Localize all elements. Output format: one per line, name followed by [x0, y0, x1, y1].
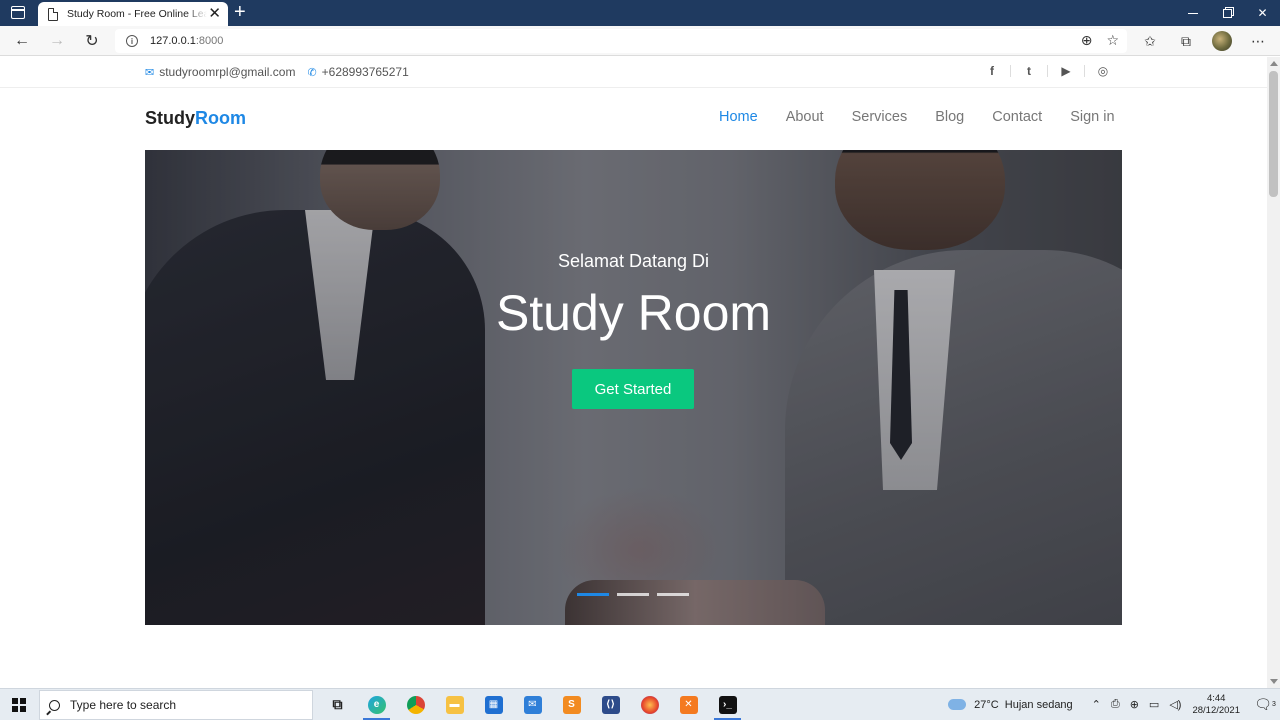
firefox-app-icon[interactable] [630, 689, 669, 720]
contact-topbar: ✉ studyroomrpl@gmail.com ✆ +628993765271… [0, 57, 1267, 88]
contact-email[interactable]: studyroomrpl@gmail.com [159, 65, 295, 79]
facebook-icon[interactable]: f [984, 64, 1000, 78]
mail-app-icon[interactable]: ✉ [513, 689, 552, 720]
chrome-app-icon[interactable] [396, 689, 435, 720]
task-view-icon[interactable]: ⧉ [318, 689, 357, 720]
zoom-icon[interactable]: ⊕ [1081, 32, 1093, 49]
tray-expand-icon[interactable]: ⌃ [1092, 698, 1101, 711]
tab-close-icon[interactable]: ✕ [208, 5, 221, 23]
nav-home[interactable]: Home [719, 109, 758, 125]
scroll-thumb[interactable] [1269, 71, 1278, 197]
scroll-down-arrow-icon[interactable] [1270, 679, 1278, 684]
page-scrollbar[interactable] [1267, 57, 1280, 688]
forward-icon[interactable]: → [47, 31, 67, 51]
favorites-icon[interactable]: ✩ [1140, 33, 1160, 50]
carousel-indicator-2[interactable] [617, 593, 649, 596]
close-window-button[interactable]: ✕ [1245, 0, 1280, 26]
taskbar-search-input[interactable]: Type here to search [39, 690, 313, 720]
site-info-icon[interactable]: i [126, 35, 138, 47]
favorite-star-icon[interactable]: ☆ [1106, 32, 1119, 49]
nav-sign-in[interactable]: Sign in [1070, 109, 1114, 125]
hero-title: Study Room [495, 285, 772, 341]
get-started-button[interactable]: Get Started [572, 369, 694, 409]
notifications-icon[interactable]: 🗨 3 [1250, 696, 1280, 713]
windows-start-icon[interactable] [12, 698, 26, 712]
search-icon [49, 699, 60, 711]
contact-phone[interactable]: +628993765271 [322, 65, 409, 79]
collections-icon[interactable]: ⧉ [1176, 33, 1196, 50]
file-explorer-icon[interactable]: ▬ [435, 689, 474, 720]
carousel-indicator-1[interactable] [577, 593, 609, 596]
scroll-up-arrow-icon[interactable] [1270, 61, 1278, 66]
nav-contact[interactable]: Contact [992, 109, 1042, 125]
browser-tab[interactable]: Study Room - Free Online Learning ✕ [38, 2, 228, 26]
profile-avatar[interactable] [1212, 31, 1232, 51]
back-icon[interactable]: ← [12, 31, 32, 51]
taskbar-clock[interactable]: 4:44 28/12/2021 [1192, 693, 1240, 717]
terminal-app-icon[interactable]: ›_ [708, 689, 747, 720]
carousel-indicator-3[interactable] [657, 593, 689, 596]
hero-subtitle: Selamat Datang Di [557, 251, 710, 271]
sublime-text-icon[interactable]: S [552, 689, 591, 720]
vscode-app-icon[interactable]: ⟨⟩ [591, 689, 630, 720]
usb-icon[interactable]: ⎙ [1111, 698, 1120, 711]
windows-taskbar: Type here to search ⧉ e ▬ ▦ ✉ S ⟨⟩ ✕ ›_ … [0, 688, 1280, 720]
edge-app-icon[interactable]: e [357, 689, 396, 720]
address-bar[interactable]: i 127.0.0.1:8000 ⊕ ☆ [115, 29, 1127, 53]
nav-blog[interactable]: Blog [935, 109, 964, 125]
carousel-indicators [577, 593, 689, 596]
tab-actions-icon[interactable] [11, 6, 25, 19]
store-app-icon[interactable]: ▦ [474, 689, 513, 720]
url-text: 127.0.0.1:8000 [150, 35, 224, 47]
new-tab-button[interactable]: + [234, 1, 246, 23]
instagram-icon[interactable]: ◎ [1095, 64, 1111, 78]
xampp-app-icon[interactable]: ✕ [669, 689, 708, 720]
weather-icon [948, 694, 967, 710]
browser-toolbar: ← → ↻ i 127.0.0.1:8000 ⊕ ☆ ✩ ⧉ ⋯ [0, 26, 1280, 56]
maximize-button[interactable] [1210, 0, 1245, 26]
page-icon [48, 7, 58, 21]
hero-carousel: Selamat Datang Di Study Room Get Started [145, 150, 1122, 625]
volume-icon[interactable]: ◁) [1169, 698, 1181, 711]
email-icon: ✉ [145, 66, 155, 79]
minimize-button[interactable] [1175, 0, 1210, 26]
nav-services[interactable]: Services [852, 109, 908, 125]
site-logo[interactable]: StudyRoom [145, 108, 246, 129]
network-icon[interactable]: ⊕ [1130, 698, 1139, 711]
twitter-icon[interactable]: t [1021, 64, 1037, 78]
site-header: StudyRoom Home About Services Blog Conta… [0, 89, 1267, 149]
refresh-icon[interactable]: ↻ [82, 31, 102, 51]
browser-tab-bar: Study Room - Free Online Learning ✕ + ✕ [0, 0, 1280, 26]
battery-icon[interactable]: ▭ [1149, 698, 1159, 711]
more-menu-icon[interactable]: ⋯ [1248, 33, 1268, 50]
youtube-icon[interactable]: ▶ [1058, 64, 1074, 78]
nav-about[interactable]: About [786, 109, 824, 125]
phone-icon: ✆ [307, 66, 317, 79]
web-page: ✉ studyroomrpl@gmail.com ✆ +628993765271… [0, 57, 1267, 688]
main-nav: Home About Services Blog Contact Sign in [719, 109, 1115, 125]
weather-widget[interactable]: 27°C Hujan sedang [948, 694, 1073, 711]
tab-title: Study Room - Free Online Learning [67, 8, 207, 20]
